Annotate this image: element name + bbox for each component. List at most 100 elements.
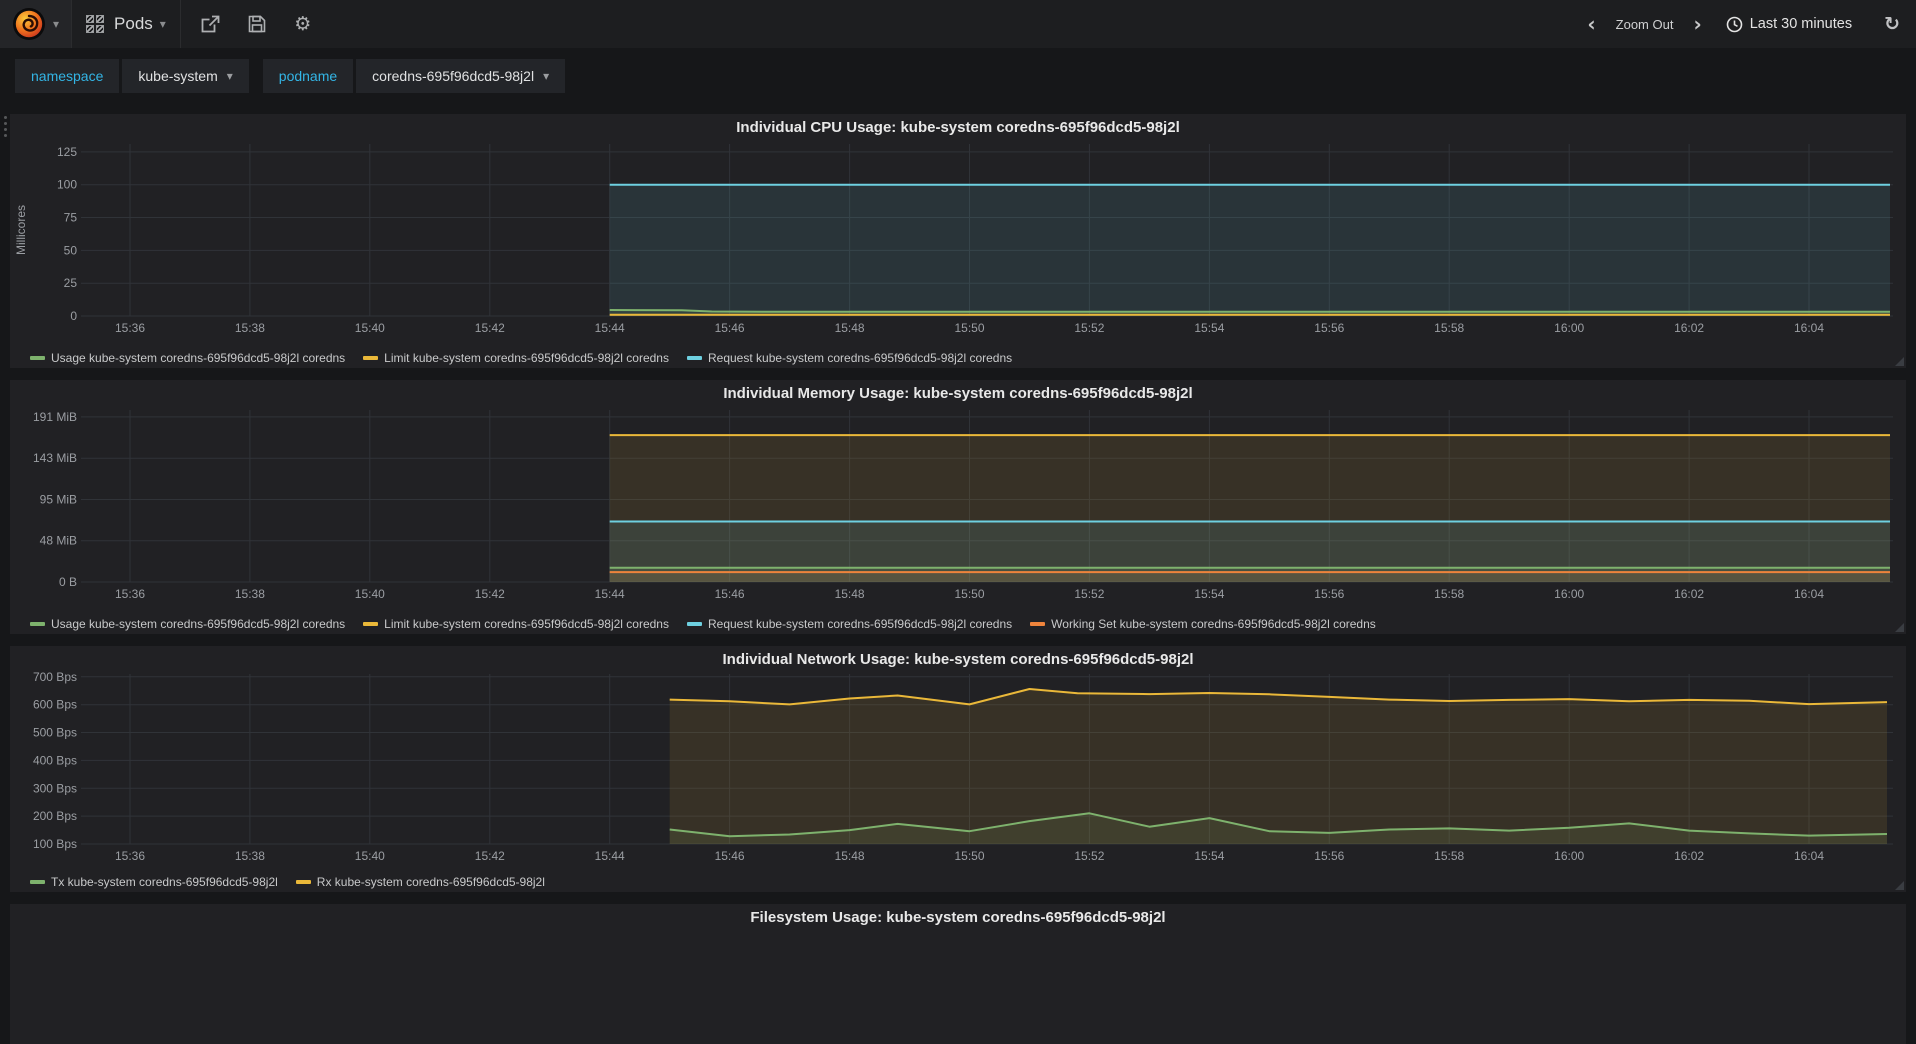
legend-item[interactable]: Limit kube-system coredns-695f96dcd5-98j… <box>363 617 669 631</box>
grafana-menu-button[interactable]: ▾ <box>0 0 73 48</box>
panel-title-cpu[interactable]: Individual CPU Usage: kube-system coredn… <box>10 114 1906 140</box>
panel-drag-handle[interactable] <box>1 114 10 139</box>
legend-item[interactable]: Request kube-system coredns-695f96dcd5-9… <box>686 351 1013 365</box>
legend-swatch <box>686 356 702 360</box>
svg-text:15:52: 15:52 <box>1074 321 1104 335</box>
panel-filesystem-usage: Filesystem Usage: kube-system coredns-69… <box>10 904 1906 1044</box>
save-icon <box>248 15 266 33</box>
dashboard-grid: Individual CPU Usage: kube-system coredn… <box>0 102 1916 1044</box>
refresh-button[interactable]: ↻ <box>1884 14 1900 34</box>
svg-text:15:38: 15:38 <box>235 321 265 335</box>
svg-text:16:04: 16:04 <box>1794 321 1824 335</box>
svg-text:15:42: 15:42 <box>475 587 505 601</box>
svg-text:143 MiB: 143 MiB <box>33 451 77 465</box>
share-button[interactable] <box>199 12 223 36</box>
clock-icon <box>1726 16 1743 32</box>
panel-title-network[interactable]: Individual Network Usage: kube-system co… <box>10 646 1906 672</box>
navbar: ▾ Pods ▾ ⚙ ‹ Zoom Out › Last 30 minutes … <box>0 0 1916 48</box>
gear-icon: ⚙ <box>294 12 312 35</box>
variable-namespace: namespace kube-system ▾ <box>15 59 249 93</box>
legend-swatch <box>363 622 379 626</box>
svg-text:16:00: 16:00 <box>1554 587 1584 601</box>
zoom-out-button[interactable]: Zoom Out <box>1612 17 1678 32</box>
chevron-left-icon: ‹ <box>1587 12 1596 36</box>
legend-label: Working Set kube-system coredns-695f96dc… <box>1051 617 1376 631</box>
time-shift-right-button[interactable]: › <box>1687 14 1707 34</box>
svg-text:15:40: 15:40 <box>355 321 385 335</box>
svg-text:50: 50 <box>64 243 78 257</box>
legend-swatch <box>363 356 379 360</box>
chevron-down-icon: ▾ <box>226 69 233 83</box>
svg-text:300 Bps: 300 Bps <box>33 781 77 795</box>
legend-item[interactable]: Tx kube-system coredns-695f96dcd5-98j2l <box>30 875 278 889</box>
svg-text:16:02: 16:02 <box>1674 587 1704 601</box>
legend-item[interactable]: Request kube-system coredns-695f96dcd5-9… <box>686 617 1012 631</box>
svg-text:48 MiB: 48 MiB <box>40 534 77 548</box>
save-button[interactable] <box>245 12 269 36</box>
panel-title-filesystem[interactable]: Filesystem Usage: kube-system coredns-69… <box>10 904 1906 930</box>
legend-item[interactable]: Limit kube-system coredns-695f96dcd5-98j… <box>363 351 669 365</box>
variable-namespace-label: namespace <box>15 59 120 93</box>
svg-text:200 Bps: 200 Bps <box>33 809 77 823</box>
legend-item[interactable]: Working Set kube-system coredns-695f96dc… <box>1030 617 1376 631</box>
time-range-picker[interactable]: Last 30 minutes <box>1718 16 1860 33</box>
svg-text:16:04: 16:04 <box>1794 587 1824 601</box>
svg-text:15:46: 15:46 <box>715 587 745 601</box>
legend-swatch <box>295 880 311 884</box>
cpu-usage-chart[interactable]: 15:36 15:38 15:40 15:42 15:44 15:46 15:48 15:50… <box>10 140 1906 346</box>
panel-title-memory[interactable]: Individual Memory Usage: kube-system cor… <box>10 380 1906 406</box>
svg-text:15:48: 15:48 <box>835 849 865 863</box>
dashboard-picker-button[interactable]: Pods ▾ <box>72 0 181 48</box>
legend-label: Usage kube-system coredns-695f96dcd5-98j… <box>51 351 346 365</box>
svg-text:15:36: 15:36 <box>115 321 145 335</box>
svg-text:25: 25 <box>64 276 78 290</box>
svg-text:16:00: 16:00 <box>1554 321 1584 335</box>
svg-text:191 MiB: 191 MiB <box>33 410 77 424</box>
chart-legend: Tx kube-system coredns-695f96dcd5-98j2l R… <box>10 870 1906 892</box>
share-icon <box>201 15 220 32</box>
svg-text:100: 100 <box>57 178 77 192</box>
dashboard-grid-icon <box>86 15 105 33</box>
svg-text:15:58: 15:58 <box>1434 849 1464 863</box>
legend-swatch <box>30 356 45 360</box>
svg-text:Millicores: Millicores <box>14 205 28 255</box>
memory-usage-chart[interactable]: 15:36 15:38 15:40 15:42 15:44 15:46 15:48 15:50… <box>10 406 1906 612</box>
svg-text:15:40: 15:40 <box>355 849 385 863</box>
grafana-logo-icon <box>13 8 45 40</box>
svg-text:15:56: 15:56 <box>1314 587 1344 601</box>
variable-namespace-dropdown[interactable]: kube-system ▾ <box>122 59 249 93</box>
variable-podname-dropdown[interactable]: coredns-695f96dcd5-98j2l ▾ <box>356 59 566 93</box>
svg-text:16:04: 16:04 <box>1794 849 1824 863</box>
network-usage-chart[interactable]: 15:36 15:38 15:40 15:42 15:44 15:46 15:48 15:50… <box>10 672 1906 870</box>
svg-text:15:36: 15:36 <box>115 587 145 601</box>
svg-text:0 B: 0 B <box>59 575 77 589</box>
svg-text:15:38: 15:38 <box>235 849 265 863</box>
legend-label: Request kube-system coredns-695f96dcd5-9… <box>707 351 1013 365</box>
panel-resize-handle[interactable] <box>1895 881 1904 890</box>
panel-resize-handle[interactable] <box>1895 357 1904 366</box>
legend-item[interactable]: Usage kube-system coredns-695f96dcd5-98j… <box>30 351 345 365</box>
navbar-actions: ⚙ <box>181 0 333 48</box>
svg-text:15:50: 15:50 <box>954 849 984 863</box>
settings-button[interactable]: ⚙ <box>291 12 315 36</box>
svg-text:125: 125 <box>57 145 77 159</box>
legend-label: Tx kube-system coredns-695f96dcd5-98j2l <box>51 875 278 889</box>
legend-label: Rx kube-system coredns-695f96dcd5-98j2l <box>316 875 545 889</box>
legend-label: Usage kube-system coredns-695f96dcd5-98j… <box>51 617 346 631</box>
panel-resize-handle[interactable] <box>1895 623 1904 632</box>
svg-text:400 Bps: 400 Bps <box>33 753 77 767</box>
legend-swatch <box>30 622 45 626</box>
legend-label: Limit kube-system coredns-695f96dcd5-98j… <box>384 617 669 631</box>
legend-item[interactable]: Usage kube-system coredns-695f96dcd5-98j… <box>30 617 345 631</box>
svg-text:16:00: 16:00 <box>1554 849 1584 863</box>
time-shift-left-button[interactable]: ‹ <box>1581 14 1601 34</box>
legend-item[interactable]: Rx kube-system coredns-695f96dcd5-98j2l <box>295 875 545 889</box>
svg-text:15:52: 15:52 <box>1074 587 1104 601</box>
svg-text:15:46: 15:46 <box>715 321 745 335</box>
svg-text:500 Bps: 500 Bps <box>33 726 77 740</box>
svg-text:0: 0 <box>70 309 77 323</box>
chevron-right-icon: › <box>1693 12 1702 36</box>
svg-text:15:54: 15:54 <box>1194 849 1224 863</box>
svg-text:15:48: 15:48 <box>835 321 865 335</box>
template-variables-bar: namespace kube-system ▾ podname coredns-… <box>0 48 1916 102</box>
